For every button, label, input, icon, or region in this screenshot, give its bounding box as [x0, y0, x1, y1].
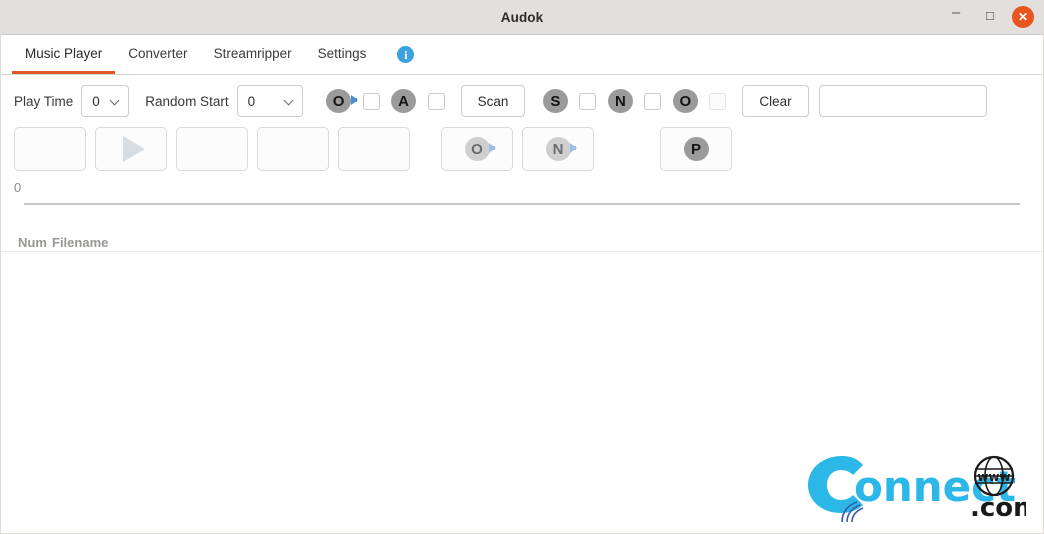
- playlist-badge-label: P: [683, 137, 709, 161]
- window-controls: – ☐ ✕: [944, 0, 1034, 34]
- play-button[interactable]: [95, 127, 167, 171]
- next-button[interactable]: [338, 127, 410, 171]
- all-toggle-icon[interactable]: A: [390, 88, 418, 114]
- normal-badge-label: N: [607, 89, 633, 113]
- random-start-value: 0: [247, 93, 256, 109]
- minimize-button[interactable]: –: [944, 5, 968, 29]
- shuffle-badge-label: S: [542, 89, 568, 113]
- close-button[interactable]: ✕: [1012, 6, 1034, 28]
- maximize-icon: ☐: [985, 10, 995, 23]
- new-list-button[interactable]: N: [522, 127, 594, 171]
- chevron-down-icon: [111, 96, 121, 106]
- scan-button[interactable]: Scan: [460, 85, 526, 117]
- column-header-filename[interactable]: Filename: [52, 235, 108, 250]
- order-badge-label: O: [326, 89, 352, 113]
- playlist-icon: P: [682, 136, 710, 162]
- counter-row: 0: [0, 173, 1044, 195]
- arrow-right-icon: [570, 143, 577, 153]
- svg-text:www: www: [977, 470, 1010, 484]
- main-content: Play Time 0 Random Start 0 O A Scan S N …: [0, 75, 1044, 534]
- connect-com-logo: onnect www .com: [808, 455, 1026, 523]
- info-icon[interactable]: i: [397, 46, 415, 63]
- previous-button[interactable]: [257, 127, 329, 171]
- once-badge-label: O: [672, 89, 698, 113]
- normal-checkbox[interactable]: [644, 92, 662, 110]
- close-icon: ✕: [1017, 10, 1029, 24]
- clear-button[interactable]: Clear: [742, 85, 809, 117]
- new-list-icon: N: [544, 136, 577, 162]
- once-checkbox[interactable]: [709, 92, 727, 110]
- tab-settings[interactable]: Settings: [305, 35, 380, 74]
- tab-converter[interactable]: Converter: [115, 35, 200, 74]
- search-input[interactable]: [818, 85, 987, 117]
- minimize-icon: –: [951, 3, 961, 21]
- playlist-button[interactable]: P: [660, 127, 732, 171]
- arrow-right-icon: [350, 95, 358, 105]
- shuffle-checkbox[interactable]: [579, 92, 597, 110]
- all-checkbox[interactable]: [427, 92, 445, 110]
- play-icon: [122, 136, 145, 162]
- order-checkbox[interactable]: [362, 92, 380, 110]
- tab-bar: Music Player Converter Streamripper Sett…: [0, 35, 1044, 75]
- random-start-dropdown[interactable]: 0: [236, 85, 303, 117]
- toolbar: Play Time 0 Random Start 0 O A Scan S N …: [0, 75, 1044, 117]
- all-badge-label: A: [391, 89, 417, 113]
- open-file-button[interactable]: O: [441, 127, 513, 171]
- random-start-label: Random Start: [145, 93, 229, 109]
- svg-text:onnect: onnect: [854, 462, 1016, 511]
- column-header-num[interactable]: Num: [18, 235, 52, 250]
- normal-toggle-icon[interactable]: N: [606, 88, 634, 114]
- new-badge-label: N: [545, 137, 571, 161]
- play-time-value: 0: [92, 93, 100, 109]
- open-badge-label: O: [464, 137, 490, 161]
- chevron-down-icon: [285, 96, 295, 106]
- pause-button[interactable]: [176, 127, 248, 171]
- transport-controls: O N P: [0, 117, 1044, 173]
- order-toggle-icon[interactable]: O: [325, 88, 358, 114]
- window-left-border: [0, 34, 1, 534]
- play-time-dropdown[interactable]: 0: [81, 85, 130, 117]
- svg-text:.com: .com: [970, 493, 1026, 523]
- playlist-header: Num Filename: [0, 205, 1044, 251]
- open-file-icon: O: [463, 136, 496, 162]
- stop-button[interactable]: [14, 127, 86, 171]
- audok-window: Audok – ☐ ✕ Music Player Converter Strea…: [0, 0, 1044, 534]
- once-toggle-icon[interactable]: O: [671, 88, 699, 114]
- tab-music-player[interactable]: Music Player: [12, 35, 116, 74]
- arrow-right-icon: [489, 143, 496, 153]
- tab-streamripper[interactable]: Streamripper: [201, 35, 305, 74]
- track-counter: 0: [14, 180, 22, 195]
- title-bar: Audok – ☐ ✕: [0, 0, 1044, 35]
- play-time-label: Play Time: [14, 93, 74, 109]
- shuffle-toggle-icon[interactable]: S: [541, 88, 569, 114]
- window-title: Audok: [500, 9, 544, 25]
- playlist-body[interactable]: onnect www .com: [0, 251, 1044, 534]
- maximize-button[interactable]: ☐: [978, 5, 1002, 29]
